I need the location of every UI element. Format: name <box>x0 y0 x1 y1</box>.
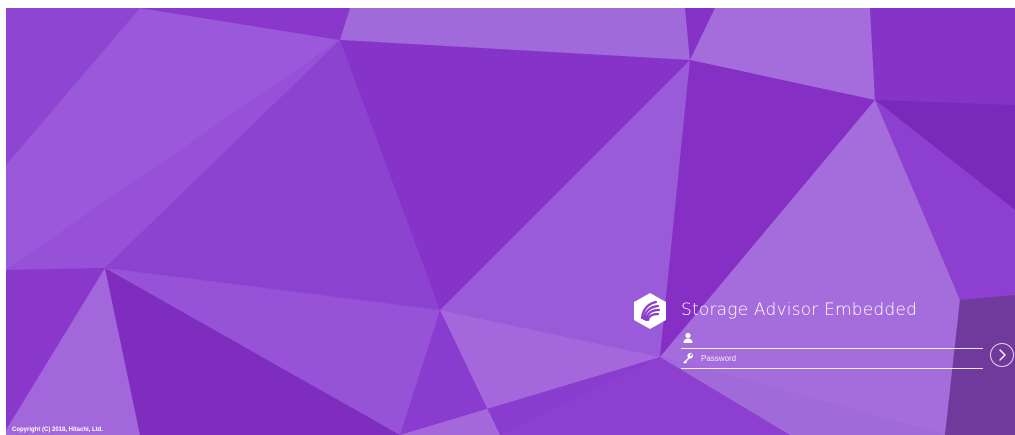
login-submit-button[interactable] <box>989 342 1015 368</box>
hitachi-hexagon-logo-icon <box>634 293 666 329</box>
username-field <box>681 330 983 349</box>
username-input[interactable] <box>701 330 979 346</box>
password-input[interactable] <box>701 350 979 366</box>
login-screen: Storage Advisor Embedded Copyright (C) 2… <box>0 0 1015 435</box>
copyright-text: Copyright (C) 2018, Hitachi, Ltd. <box>12 427 104 433</box>
login-form: Storage Advisor Embedded <box>633 292 1015 382</box>
user-icon <box>683 332 693 343</box>
password-field <box>681 350 983 369</box>
key-icon <box>683 353 693 364</box>
product-title: Storage Advisor Embedded <box>681 300 918 320</box>
chevron-right-circle-icon <box>990 343 1014 367</box>
